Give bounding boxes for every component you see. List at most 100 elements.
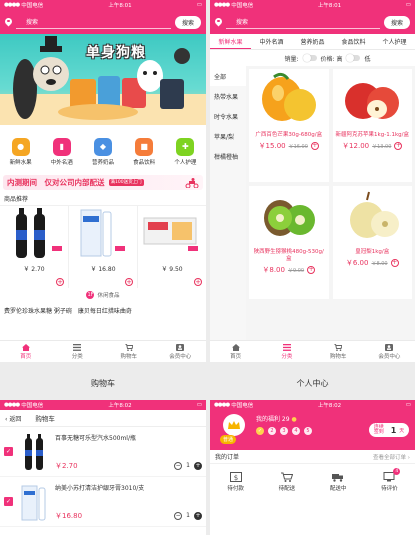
- sort-sales-toggle[interactable]: [302, 54, 317, 62]
- tab-cart[interactable]: 购物车: [103, 341, 155, 362]
- status-time: 上午8:01: [108, 3, 132, 9]
- quick-category-item[interactable]: ● 新鲜水果: [3, 137, 39, 166]
- search-button[interactable]: 搜索: [174, 15, 201, 29]
- add-to-cart-button[interactable]: +: [390, 259, 399, 268]
- product-card[interactable]: 皇冠梨1kg/盒 ￥6.00 ￥8.00 +: [332, 186, 412, 299]
- category-tab[interactable]: 营养奶品: [292, 35, 333, 48]
- sign-in-button[interactable]: 连续签到 1 天: [369, 423, 409, 437]
- tab-member[interactable]: 会员中心: [155, 341, 207, 362]
- snack-item[interactable]: 康贝每日红措味曲奇: [78, 306, 132, 315]
- product-original-price: ￥9.00: [287, 267, 305, 274]
- search-input[interactable]: 搜索: [226, 15, 380, 29]
- sub-category-item[interactable]: 苹果/梨: [210, 126, 246, 146]
- product-card[interactable]: 新疆阿克苏苹果1kg-1.1kg/盒 ￥12.00 ￥13.00 +: [332, 69, 412, 182]
- order-status-wallet[interactable]: $ 待付款: [227, 472, 244, 492]
- promo-banner[interactable]: 单身狗粮: [0, 34, 206, 125]
- order-status-label: 待付款: [227, 486, 244, 492]
- quick-category-item[interactable]: ✚ 个人护理: [167, 137, 203, 166]
- product-card[interactable]: 陕西野生猕猴桃480g-530g/盒 ￥8.00 ￥9.00 +: [249, 186, 329, 299]
- member-icon: [176, 343, 185, 351]
- location-icon[interactable]: [215, 18, 222, 27]
- sign-in-progress: ✓ 2 3 4 5: [256, 427, 312, 435]
- home-screen: ●●●● 中国电信 上午8:01 ▭ 搜索 搜索 单身狗粮 ● 新鲜水果 ▮ 中…: [0, 0, 206, 362]
- item-checkbox[interactable]: ✓: [4, 497, 13, 506]
- orders-header: 我的订单 查看全部订单 ›: [210, 450, 415, 464]
- member-header: 普通 我的福利 29 ● ✓ 2 3 4 5 连续签到 1 天: [210, 410, 415, 450]
- tab-cart[interactable]: 购物车: [313, 341, 364, 362]
- add-to-cart-button[interactable]: +: [194, 278, 202, 286]
- quick-category-item[interactable]: ■ 食品饮料: [126, 137, 162, 166]
- product-card[interactable]: ￥ 9.50 +: [138, 206, 206, 288]
- add-to-cart-button[interactable]: +: [394, 142, 403, 151]
- carrier-label: 中国电信: [21, 3, 44, 9]
- coin-icon: ●: [291, 416, 297, 423]
- order-status-row: $ 待付款 待配送 配送中 4 待评价: [210, 464, 415, 500]
- product-card[interactable]: 广西百色芒果30g-680g/盒 ￥15.00 ￥16.00 +: [249, 69, 329, 182]
- sort-price-toggle[interactable]: [346, 54, 361, 62]
- tab-home[interactable]: 首页: [210, 341, 261, 362]
- product-price-row: ￥15.00 ￥16.00 +: [251, 141, 327, 151]
- order-status-label: 待评价: [381, 486, 398, 492]
- increase-button[interactable]: +: [194, 511, 202, 520]
- product-name: 新疆阿克苏苹果1kg-1.1kg/盒: [335, 132, 409, 138]
- search-button[interactable]: 搜索: [383, 15, 410, 29]
- sub-category-item[interactable]: 热带水果: [210, 86, 246, 106]
- product-grid: 广西百色芒果30g-680g/盒 ￥15.00 ￥16.00 + 新疆阿克苏苹果1kg-…: [246, 66, 415, 340]
- tab-category[interactable]: 分类: [52, 341, 104, 362]
- quick-category-item[interactable]: ▮ 中外名酒: [44, 137, 80, 166]
- snack-item[interactable]: 费罗伦珍珠水果糖 粥子碗: [4, 306, 72, 315]
- product-image: [337, 71, 407, 129]
- category-icon: [73, 343, 82, 351]
- sub-category-item[interactable]: 柑橘橙柚: [210, 146, 246, 166]
- tab-label: 购物车: [329, 353, 347, 360]
- category-tab[interactable]: 中外名酒: [251, 35, 292, 48]
- category-tab[interactable]: 食品饮料: [333, 35, 374, 48]
- product-price: ￥ 16.80: [90, 266, 116, 273]
- add-to-cart-button[interactable]: +: [56, 278, 64, 286]
- tab-label: 购物车: [120, 353, 137, 360]
- sub-category-item[interactable]: 全部: [210, 66, 246, 86]
- tab-member[interactable]: 会员中心: [364, 341, 415, 362]
- search-input[interactable]: 搜索: [16, 15, 171, 29]
- search-placeholder: 搜索: [236, 19, 249, 26]
- decrease-button[interactable]: −: [174, 511, 183, 520]
- orders-title: 我的订单: [215, 454, 240, 461]
- cart-icon: [334, 343, 343, 351]
- add-to-cart-button[interactable]: +: [125, 278, 133, 286]
- cart-item-bottom: ￥2.70 −1 +: [55, 461, 202, 471]
- product-price-row: ￥6.00 ￥8.00 +: [335, 258, 411, 268]
- category-tab[interactable]: 新鲜水果: [210, 35, 251, 49]
- tab-home[interactable]: 首页: [0, 341, 52, 362]
- order-status-cart[interactable]: 待配送: [279, 472, 295, 492]
- order-status-truck[interactable]: 配送中: [330, 472, 346, 492]
- view-all-label: 查看全部订单: [373, 454, 407, 461]
- welfare-label[interactable]: 我的福利 29 ●: [256, 414, 297, 423]
- status-time: 上午8:02: [108, 403, 132, 409]
- promo-notice[interactable]: 内测期间 仅对公司内部配送 满100送货上门: [3, 175, 203, 190]
- page-title: 购物车: [35, 415, 55, 423]
- cart-item-name: 百事无糖可乐型汽水500ml/瓶: [55, 434, 136, 442]
- product-card[interactable]: ￥ 2.70 +: [0, 206, 69, 288]
- item-checkbox[interactable]: ✓: [4, 447, 13, 456]
- category-tab[interactable]: 个人护理: [374, 35, 415, 48]
- product-image-toothpaste: [80, 209, 125, 257]
- back-button[interactable]: ‹ 返回: [5, 414, 21, 423]
- quick-category-item[interactable]: ◆ 营养奶品: [85, 137, 121, 166]
- sub-category-list: 全部 热带水果 时令水果 苹果/梨 柑橘橙柚: [210, 66, 246, 340]
- crown-icon: [223, 414, 245, 436]
- view-all-orders-link[interactable]: 查看全部订单 ›: [373, 453, 410, 461]
- increase-button[interactable]: +: [194, 461, 202, 470]
- cart-list: ✓ 百事无糖可乐型汽水500ml/瓶 ￥2.70−1 + ✓ 纳美小苏打清洁护龈牙膏301…: [0, 427, 206, 527]
- product-card[interactable]: ￥ 16.80 +: [69, 206, 138, 288]
- search-placeholder: 搜索: [26, 19, 39, 26]
- location-icon[interactable]: [5, 18, 12, 27]
- add-to-cart-button[interactable]: +: [310, 142, 319, 151]
- decrease-button[interactable]: −: [174, 461, 183, 470]
- order-status-review[interactable]: 4 待评价: [381, 468, 401, 492]
- section-title: 商品推荐: [4, 196, 29, 203]
- tab-bar: 首页 分类 购物车 会员中心: [0, 340, 206, 362]
- add-to-cart-button[interactable]: +: [307, 266, 316, 275]
- sub-category-item[interactable]: 时令水果: [210, 106, 246, 126]
- tab-category[interactable]: 分类: [261, 341, 312, 362]
- signal-icon: ●●●●: [4, 2, 20, 8]
